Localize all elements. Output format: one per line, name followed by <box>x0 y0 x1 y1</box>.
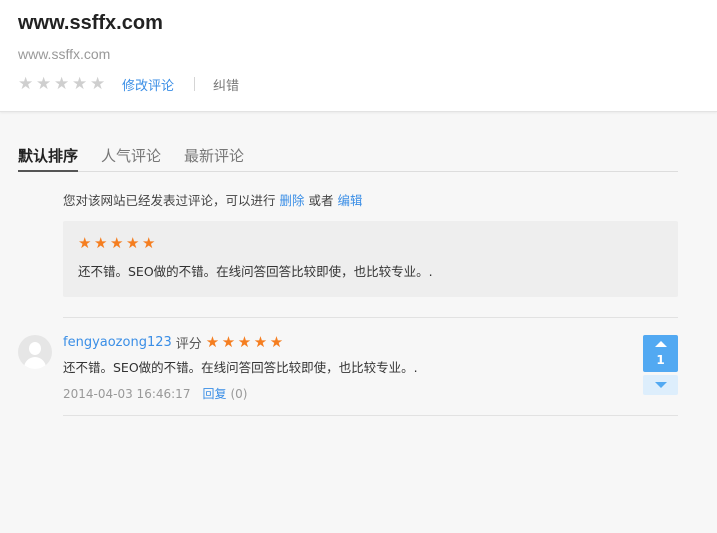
notice-text: 您对该网站已经发表过评论，可以进行 <box>63 193 276 208</box>
edit-review-link-inline[interactable]: 编辑 <box>338 193 363 208</box>
vote-up-icon <box>655 341 667 347</box>
star-icon[interactable]: ★ <box>54 75 72 93</box>
star-icon[interactable]: ★ <box>90 75 108 93</box>
reply-count: (0) <box>230 386 248 401</box>
comment-header: fengyaozong123 评分 ★ ★ ★ ★ ★ <box>63 333 286 353</box>
star-icon: ★ <box>205 333 220 351</box>
upvote-button[interactable]: 1 <box>643 335 678 372</box>
my-review-text: 还不错。SEO做的不错。在线问答回答比较即使，也比较专业。. <box>78 264 433 279</box>
downvote-button[interactable] <box>643 375 678 395</box>
tab-latest-reviews[interactable]: 最新评论 <box>184 145 244 170</box>
star-icon: ★ <box>237 333 252 351</box>
site-rating-row: ★ ★ ★ ★ ★ 修改评论 纠错 <box>18 74 239 94</box>
star-icon: ★ <box>221 333 236 351</box>
my-review-box: ★ ★ ★ ★ ★ 还不错。SEO做的不错。在线问答回答比较即使，也比较专业。. <box>63 221 678 297</box>
avatar-body-shape <box>24 357 46 369</box>
star-icon: ★ <box>253 333 268 351</box>
already-reviewed-notice: 您对该网站已经发表过评论，可以进行 删除 或者 编辑 <box>63 190 363 209</box>
star-icon: ★ <box>269 333 284 351</box>
site-title: www.ssffx.com <box>18 12 163 34</box>
star-icon[interactable]: ★ <box>72 75 90 93</box>
star-icon[interactable]: ★ <box>18 75 36 93</box>
my-review-stars: ★ ★ ★ ★ ★ <box>78 236 158 251</box>
report-error-link[interactable]: 纠错 <box>213 75 239 94</box>
tab-popular-reviews[interactable]: 人气评论 <box>101 145 161 170</box>
edit-review-link[interactable]: 修改评论 <box>122 75 174 94</box>
tab-default-sort[interactable]: 默认排序 <box>18 145 79 172</box>
star-icon: ★ <box>110 234 124 252</box>
site-header: www.ssffx.com www.ssffx.com ★ ★ ★ ★ ★ 修改… <box>0 0 717 112</box>
divider <box>194 77 196 91</box>
avatar[interactable] <box>18 335 52 369</box>
comment-timestamp: 2014-04-03 16:46:17 <box>63 386 191 401</box>
divider <box>63 415 678 416</box>
sort-tabs: 默认排序 人气评论 最新评论 <box>18 145 678 172</box>
site-url: www.ssffx.com <box>18 46 111 62</box>
delete-review-link[interactable]: 删除 <box>280 193 305 208</box>
star-icon: ★ <box>142 234 156 252</box>
comment-meta: 2014-04-03 16:46:17 回复 (0) <box>63 385 247 402</box>
score-label: 评分 <box>175 337 202 352</box>
star-icon: ★ <box>78 234 92 252</box>
avatar-head-shape <box>29 342 41 355</box>
reply-button[interactable]: 回复 <box>202 385 226 402</box>
divider <box>63 317 678 318</box>
notice-or: 或者 <box>308 193 334 208</box>
vote-count: 1 <box>656 353 665 367</box>
star-icon: ★ <box>126 234 140 252</box>
comment-username[interactable]: fengyaozong123 <box>63 335 172 350</box>
comment-text: 还不错。SEO做的不错。在线问答回答比较即使，也比较专业。. <box>63 360 418 375</box>
star-icon[interactable]: ★ <box>36 75 54 93</box>
star-icon: ★ <box>94 234 108 252</box>
vote-down-icon <box>655 382 667 388</box>
